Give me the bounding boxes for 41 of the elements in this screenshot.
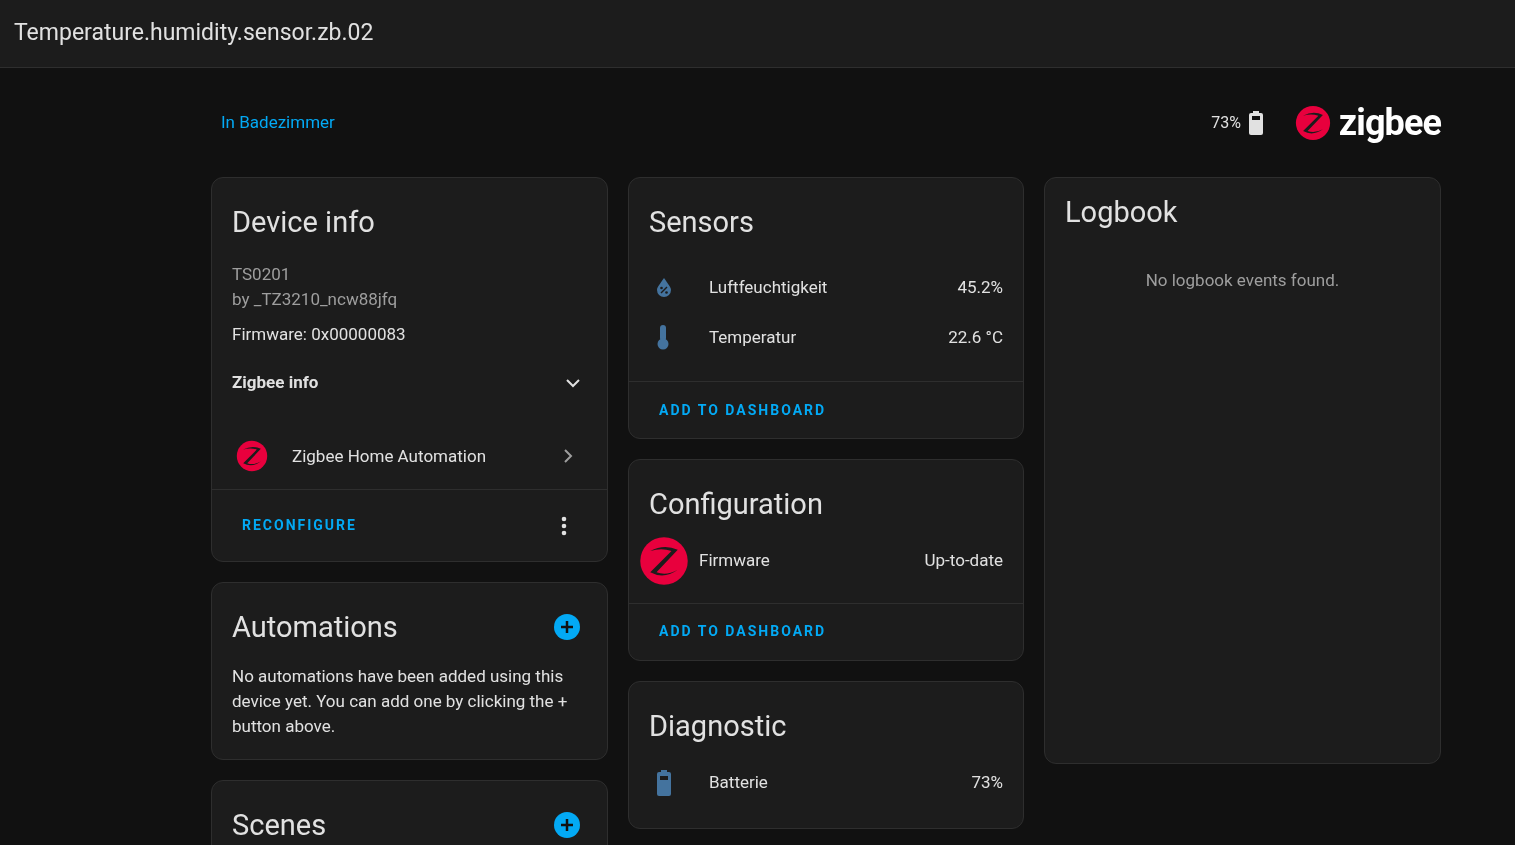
- entity-value: 73%: [971, 771, 1003, 794]
- card-title: Scenes: [232, 806, 327, 843]
- zigbee-logo-icon: [236, 440, 268, 473]
- zigbee-logo-icon: [639, 535, 689, 586]
- device-model: TS0201: [232, 263, 292, 287]
- window-title: Temperature.humidity.sensor.zb.02: [14, 18, 374, 49]
- battery-icon: [1248, 110, 1263, 135]
- entity-value: Up-to-date: [924, 548, 1003, 572]
- chevron-right-icon[interactable]: [563, 448, 573, 465]
- entity-name[interactable]: Firmware: [699, 547, 925, 574]
- device-manufacturer: by _TZ3210_ncw88jfq: [232, 288, 399, 312]
- area-link[interactable]: In Badezimmer: [221, 109, 335, 136]
- card-title: Sensors: [649, 204, 755, 241]
- zigbee-info-toggle[interactable]: Zigbee info: [232, 369, 319, 396]
- add-icon[interactable]: [554, 811, 580, 838]
- card-title: Diagnostic: [649, 707, 788, 744]
- card-title: Device info: [232, 204, 376, 241]
- battery-icon: [656, 769, 672, 796]
- chevron-down-icon[interactable]: [565, 377, 581, 388]
- water-drop-icon: [656, 277, 672, 298]
- entity-value: 45.2%: [957, 275, 1003, 299]
- thermometer-icon: [656, 324, 670, 351]
- zigbee-logo-icon: [1294, 104, 1331, 141]
- add-icon[interactable]: [554, 614, 580, 641]
- entity-name[interactable]: Temperatur: [709, 324, 949, 350]
- card-title: Automations: [232, 609, 398, 646]
- card-title: Logbook: [1065, 194, 1179, 231]
- reconfigure-button[interactable]: RECONFIGURE: [234, 511, 365, 541]
- entity-name[interactable]: Batterie: [709, 770, 972, 796]
- firmware-version: Firmware: 0x00000083: [232, 323, 407, 347]
- add-to-dashboard-button[interactable]: ADD TO DASHBOARD: [651, 617, 835, 646]
- automations-empty-text: No automations have been added using this device yet. You can add one by clicking the + button above.: [232, 664, 569, 738]
- entity-name[interactable]: Luftfeuchtigkeit: [709, 274, 958, 300]
- battery-level: 73%: [1211, 111, 1241, 134]
- zigbee-wordmark: zigbee: [1338, 104, 1441, 141]
- entity-value: 22.6 °C: [948, 325, 1003, 349]
- card-title: Configuration: [649, 486, 824, 523]
- more-options-icon[interactable]: [561, 515, 567, 536]
- logbook-empty-text: No logbook events found.: [1144, 269, 1341, 293]
- integration-link[interactable]: Zigbee Home Automation: [292, 443, 563, 469]
- add-to-dashboard-button[interactable]: ADD TO DASHBOARD: [651, 395, 835, 425]
